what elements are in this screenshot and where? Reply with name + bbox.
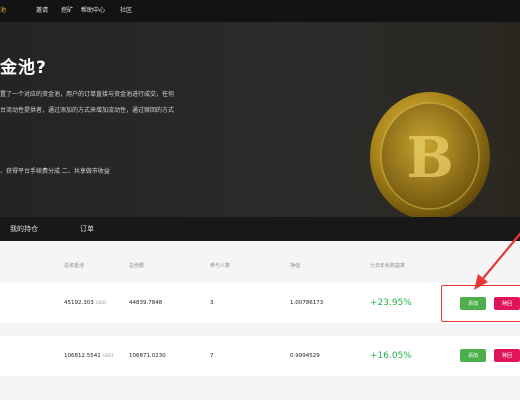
table-row: 106812.5541 USDT 106871.0230 7 0.9994529 … [0,336,520,376]
hero-title: 金池? [0,58,47,78]
cell-net-value: 0.9994529 [290,353,320,359]
header-seven-day-apy: 七日年化收益率 [370,263,406,269]
header-net-value: 净值 [290,263,301,269]
header-total-pool: 总资金池 [64,263,85,269]
hero-banner: 金池? 置了一个对应的资金池，用户的订单直接与资金池进行成交，任何 台流动性提供… [0,22,520,217]
cell-seven-day-apy: +23.95% [370,298,412,308]
top-nav: 池 邀请 挖矿 帮助中心 社区 [0,0,520,22]
cell-total-shares: 44839.7848 [129,300,163,306]
bitcoin-coin-illustration: B [348,76,510,217]
svg-text:B: B [406,125,453,191]
tab-orders[interactable]: 订单 [80,224,94,234]
annotation-arrow-icon [474,232,520,290]
cell-participants: 7 [210,353,214,359]
tab-my-positions[interactable]: 我的持仓 [10,224,38,234]
hero-benefits-line: 、获得平台手续费分成 二、共享做市收益 [0,168,110,175]
cell-total-pool: 45192.303 USDC [64,300,108,306]
nav-item-invite[interactable]: 邀请 [36,6,48,16]
header-participants: 参与人数 [210,263,231,269]
nav-item-community[interactable]: 社区 [120,6,132,16]
tab-bar: 我的持仓 订单 [0,217,520,241]
cell-participants: 3 [210,300,214,306]
cell-net-value: 1.00786173 [290,300,324,306]
hero-description-line-2: 台流动性提供者，通过添加的方式来增加流动性，通过赎回的方式 [0,107,175,114]
cell-seven-day-apy: +16.05% [370,351,412,361]
hero-description-line-1: 置了一个对应的资金池，用户的订单直接与资金池进行成交，任何 [0,91,175,98]
cell-total-pool: 106812.5541 USDT [64,353,114,359]
header-total-shares: 总份额 [129,263,145,269]
cell-total-shares: 106871.0230 [129,353,166,359]
nav-item-mining[interactable]: 挖矿 [61,6,73,16]
redeem-button[interactable]: 赎回 [494,349,520,362]
nav-item-help-center[interactable]: 帮助中心 [81,6,105,16]
nav-item-pool[interactable]: 池 [0,6,6,16]
add-button[interactable]: 添加 [460,349,486,362]
